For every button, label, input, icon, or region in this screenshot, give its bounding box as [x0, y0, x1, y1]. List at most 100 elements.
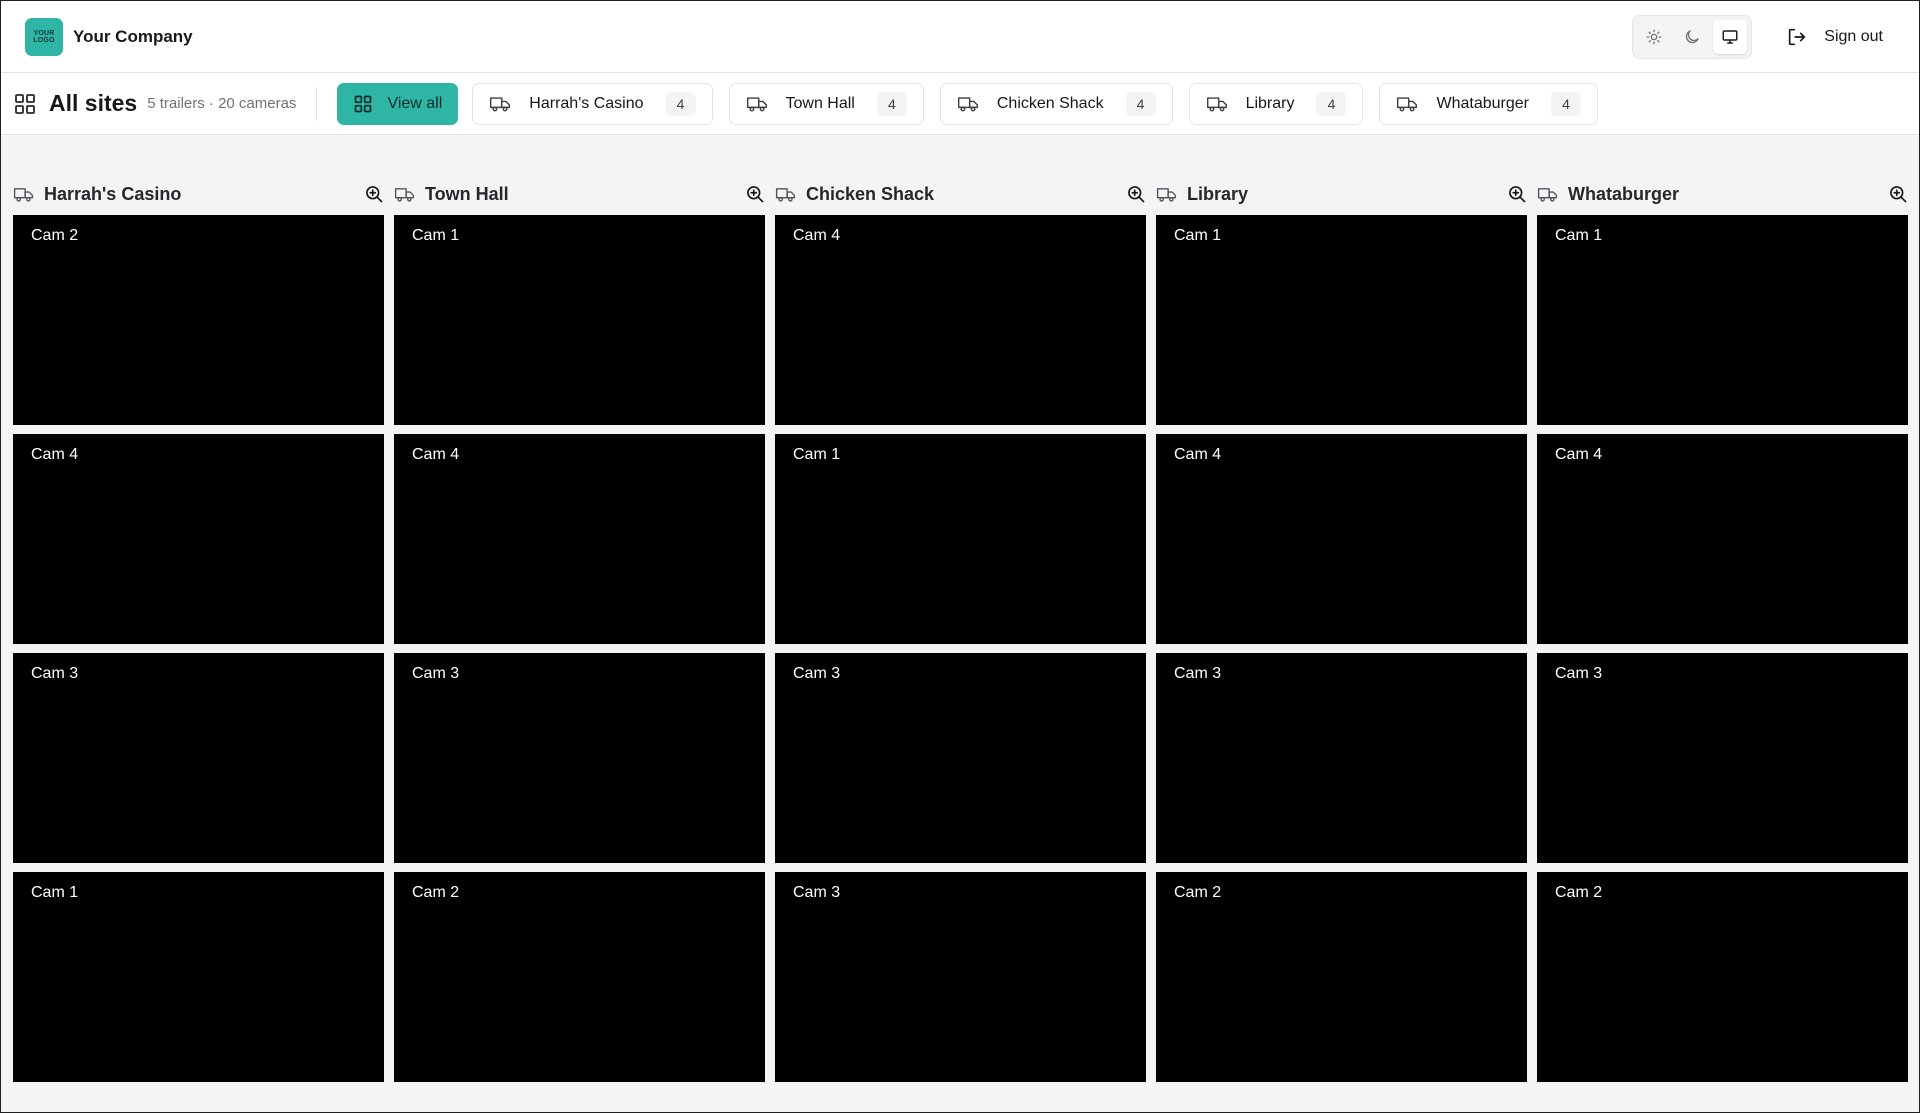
- camera-label: Cam 3: [412, 665, 460, 682]
- camera-feed[interactable]: Cam 3: [1156, 653, 1527, 863]
- camera-feed[interactable]: Cam 1: [394, 215, 765, 425]
- dark-theme-button[interactable]: [1675, 20, 1709, 54]
- camera-label: Cam 1: [31, 884, 79, 901]
- zoom-in-icon: [366, 186, 383, 203]
- sign-out-button[interactable]: Sign out: [1774, 26, 1895, 48]
- camera-label: Cam 2: [1555, 884, 1603, 901]
- monitor-icon: [1722, 29, 1738, 44]
- zoom-in-icon: [1128, 186, 1145, 203]
- view-all-button[interactable]: View all: [337, 82, 459, 125]
- zoom-in-button[interactable]: [364, 184, 384, 204]
- page-title: All sites: [49, 90, 138, 116]
- zoom-in-button[interactable]: [1888, 184, 1908, 204]
- truck-icon: [13, 187, 34, 202]
- grid-icon: [15, 93, 35, 114]
- camera-feed[interactable]: Cam 3: [1537, 653, 1908, 863]
- zoom-in-icon: [1509, 186, 1526, 203]
- site-column-header: Harrah's Casino: [13, 173, 384, 215]
- camera-feed[interactable]: Cam 2: [394, 872, 765, 1082]
- camera-feed[interactable]: Cam 2: [1537, 872, 1908, 1082]
- camera-count-badge: 4: [1550, 91, 1581, 116]
- truck-icon: [490, 96, 511, 111]
- camera-feed[interactable]: Cam 4: [1156, 434, 1527, 644]
- camera-label: Cam 4: [793, 227, 841, 244]
- zoom-in-icon: [1890, 186, 1907, 203]
- camera-feed[interactable]: Cam 3: [775, 653, 1146, 863]
- camera-feed[interactable]: Cam 2: [1156, 872, 1527, 1082]
- light-theme-button[interactable]: [1637, 20, 1671, 54]
- site-column-harrahs-casino: Harrah's Casino Cam 2 Cam 4 Cam 3 Cam 1: [13, 173, 384, 1091]
- site-column-title: Harrah's Casino: [44, 183, 182, 204]
- camera-feed[interactable]: Cam 4: [13, 434, 384, 644]
- camera-label: Cam 1: [1555, 227, 1603, 244]
- company-name: Your Company: [73, 26, 193, 46]
- truck-icon: [1537, 187, 1558, 202]
- truck-icon: [957, 96, 978, 111]
- camera-feed[interactable]: Cam 3: [775, 872, 1146, 1082]
- camera-count-badge: 4: [665, 91, 696, 116]
- camera-label: Cam 2: [412, 884, 460, 901]
- site-column-header: Chicken Shack: [775, 173, 1146, 215]
- site-bar: All sites 5 trailers · 20 cameras View a…: [1, 73, 1919, 135]
- theme-switcher: [1632, 14, 1753, 59]
- site-chip-chicken-shack[interactable]: Chicken Shack 4: [939, 82, 1173, 125]
- camera-label: Cam 3: [1174, 665, 1222, 682]
- camera-label: Cam 1: [793, 446, 841, 463]
- camera-feed[interactable]: Cam 4: [394, 434, 765, 644]
- site-chip-harrahs-casino[interactable]: Harrah's Casino 4: [472, 82, 713, 125]
- sites-summary: 5 trailers · 20 cameras: [147, 95, 297, 112]
- truck-icon: [394, 187, 415, 202]
- zoom-in-button[interactable]: [1126, 184, 1146, 204]
- truck-icon: [1206, 96, 1227, 111]
- camera-feed[interactable]: Cam 1: [1156, 215, 1527, 425]
- camera-feed[interactable]: Cam 4: [1537, 434, 1908, 644]
- logout-icon: [1789, 28, 1806, 45]
- camera-label: Cam 4: [31, 446, 79, 463]
- site-chip-label: Harrah's Casino: [529, 94, 644, 112]
- site-column-header: Whataburger: [1537, 173, 1908, 215]
- site-chip-label: Library: [1245, 94, 1295, 112]
- top-bar: YOUR LOGO Your Company Sign out: [1, 1, 1919, 73]
- camera-feed[interactable]: Cam 3: [13, 653, 384, 863]
- logo-line-1: YOUR: [33, 29, 55, 37]
- camera-feed[interactable]: Cam 1: [1537, 215, 1908, 425]
- site-chip-whataburger[interactable]: Whataburger 4: [1379, 82, 1598, 125]
- site-column-title: Whataburger: [1568, 183, 1680, 204]
- camera-feed[interactable]: Cam 1: [775, 434, 1146, 644]
- truck-icon: [1397, 96, 1418, 111]
- app-window: YOUR LOGO Your Company Sign out All site…: [0, 0, 1920, 1113]
- camera-count-badge: 4: [1125, 91, 1156, 116]
- all-sites-heading: All sites 5 trailers · 20 cameras: [13, 90, 296, 117]
- site-chip-town-hall[interactable]: Town Hall 4: [728, 82, 924, 125]
- system-theme-button[interactable]: [1713, 19, 1748, 54]
- camera-feed[interactable]: Cam 2: [13, 215, 384, 425]
- truck-icon: [1156, 187, 1177, 202]
- moon-icon: [1686, 29, 1699, 43]
- camera-label: Cam 3: [793, 884, 841, 901]
- camera-label: Cam 3: [793, 665, 841, 682]
- logo-line-2: LOGO: [33, 36, 55, 44]
- camera-label: Cam 1: [1174, 227, 1222, 244]
- topbar-actions: Sign out: [1632, 14, 1895, 59]
- camera-label: Cam 4: [1555, 446, 1603, 463]
- site-chip-library[interactable]: Library 4: [1188, 82, 1364, 125]
- camera-label: Cam 2: [31, 227, 79, 244]
- camera-feed[interactable]: Cam 4: [775, 215, 1146, 425]
- camera-label: Cam 1: [412, 227, 460, 244]
- site-column-header: Library: [1156, 173, 1527, 215]
- zoom-in-button[interactable]: [1507, 184, 1527, 204]
- truck-icon: [775, 187, 796, 202]
- site-column-chicken-shack: Chicken Shack Cam 4 Cam 1 Cam 3 Cam 3: [775, 173, 1146, 1091]
- camera-feed[interactable]: Cam 3: [394, 653, 765, 863]
- camera-label: Cam 4: [412, 446, 460, 463]
- grid-icon: [355, 95, 372, 112]
- site-column-title: Library: [1187, 183, 1249, 204]
- divider: [316, 86, 318, 121]
- camera-count-badge: 4: [876, 91, 907, 116]
- brand[interactable]: YOUR LOGO Your Company: [25, 17, 193, 56]
- camera-count-badge: 4: [1316, 91, 1347, 116]
- camera-label: Cam 2: [1174, 884, 1222, 901]
- sign-out-label: Sign out: [1824, 27, 1883, 45]
- camera-feed[interactable]: Cam 1: [13, 872, 384, 1082]
- zoom-in-button[interactable]: [745, 184, 765, 204]
